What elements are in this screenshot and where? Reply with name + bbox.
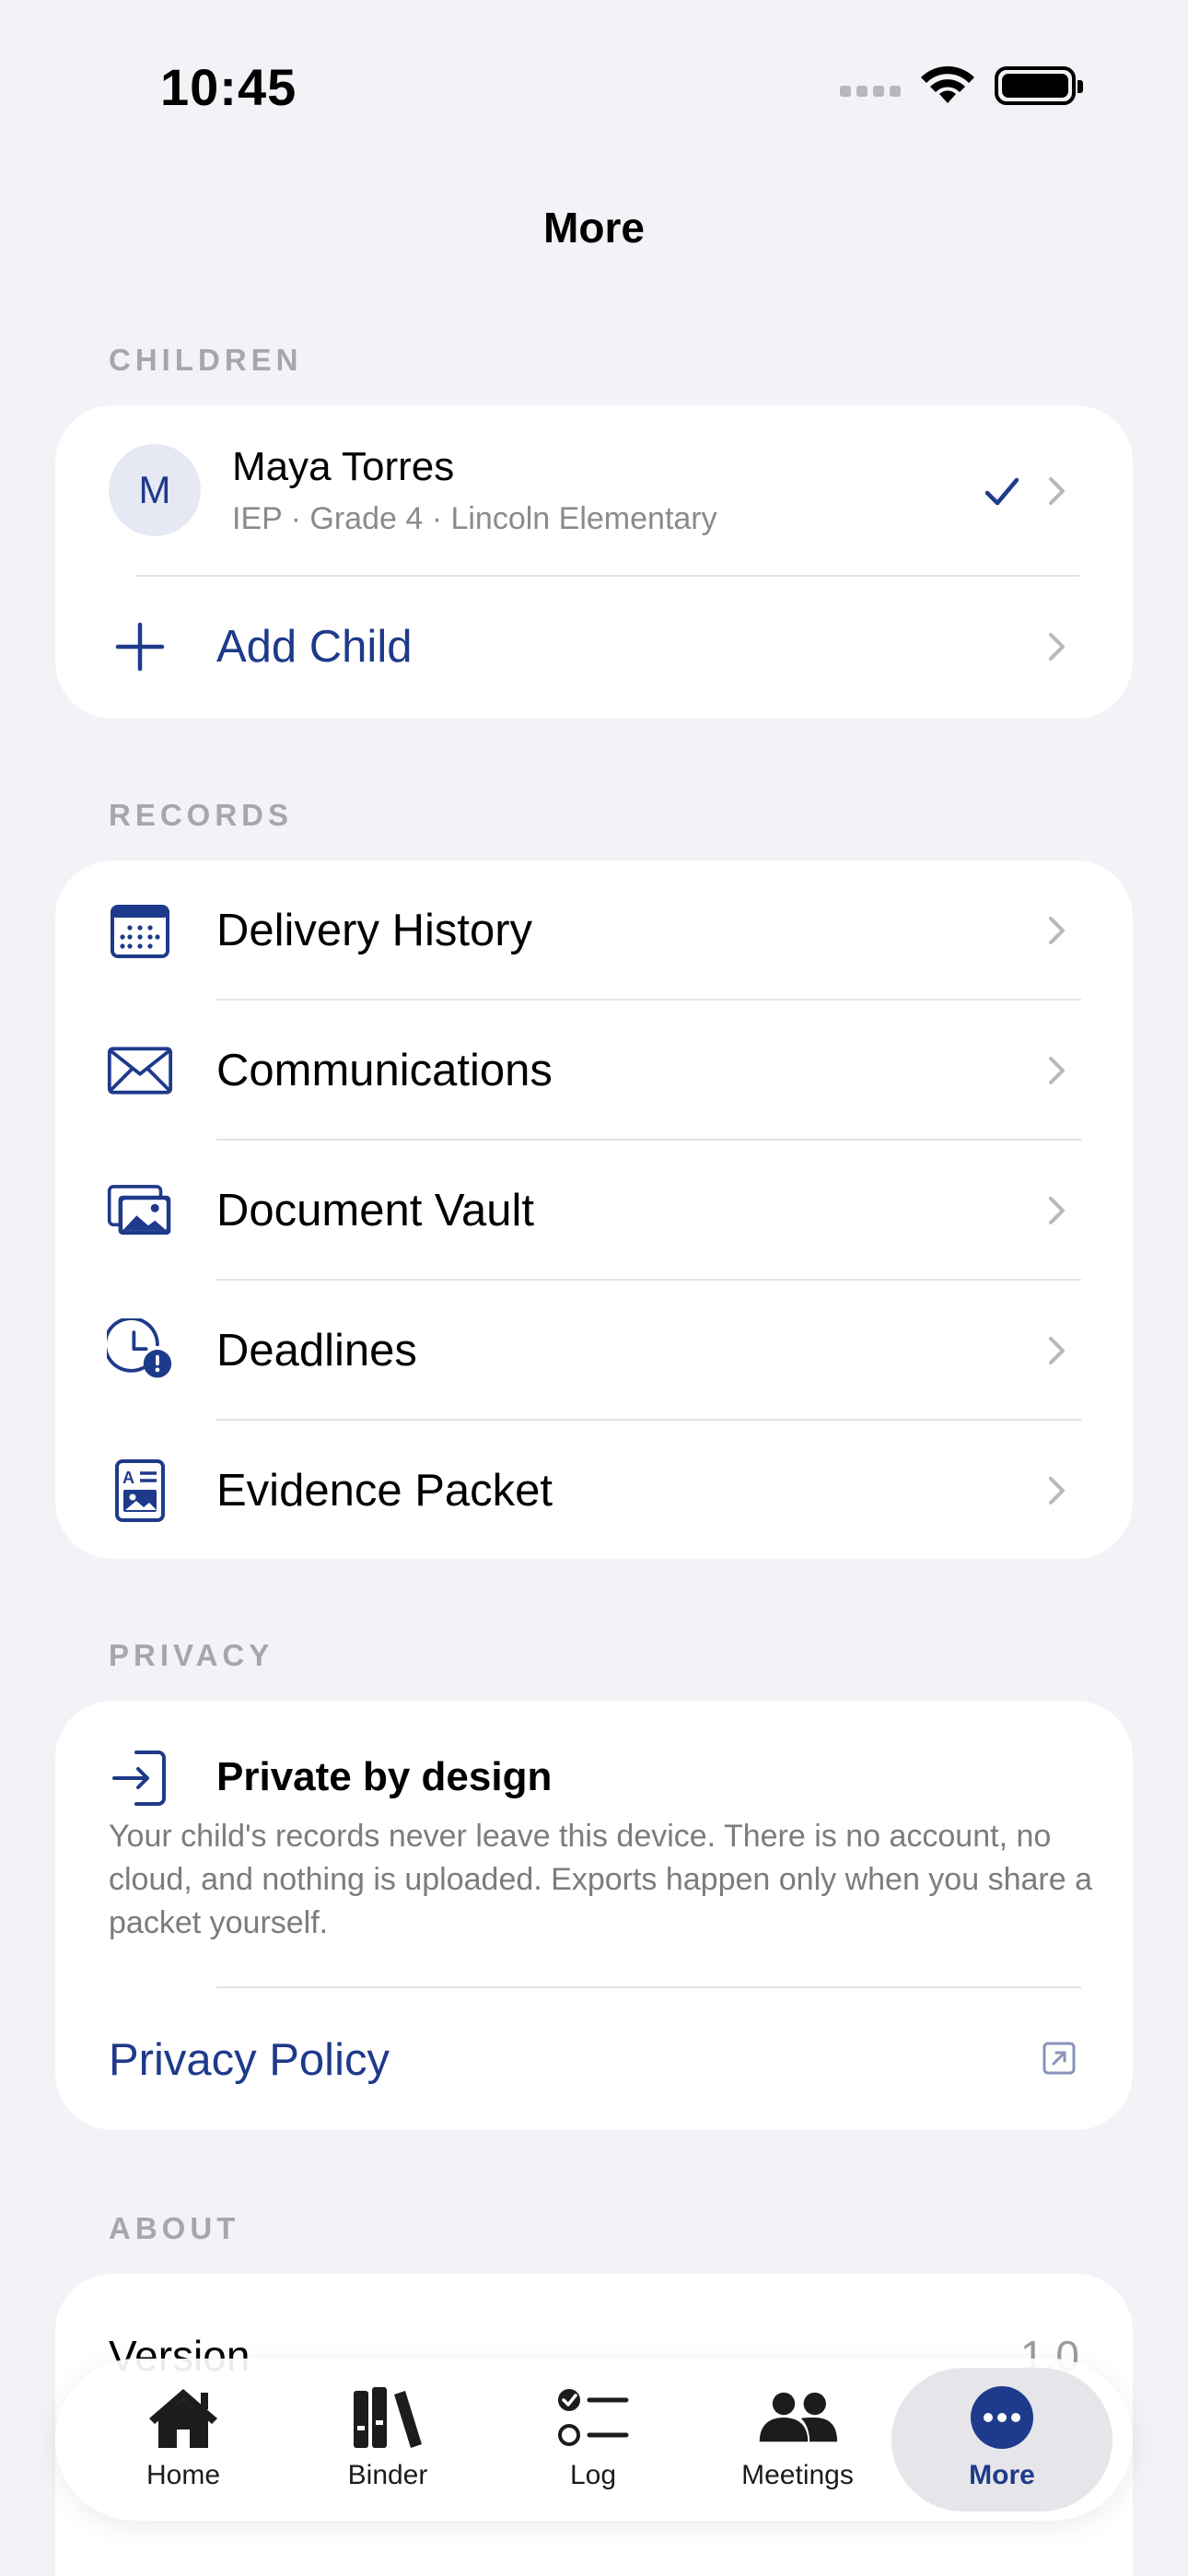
status-bar: 10:45 xyxy=(0,0,1188,175)
child-name: Maya Torres xyxy=(232,444,455,489)
house-icon xyxy=(142,2383,225,2453)
chevron-right-icon xyxy=(1049,1337,1065,1364)
chevron-right-icon xyxy=(1049,1477,1065,1505)
add-child-button[interactable]: Add Child xyxy=(55,577,1133,717)
status-indicators xyxy=(840,66,1083,105)
wifi-icon xyxy=(921,66,974,103)
privacy-title: Private by design xyxy=(216,1754,553,1799)
photos-icon xyxy=(107,1177,173,1244)
tab-more[interactable]: More xyxy=(891,2368,1112,2512)
evidence-packet-row[interactable]: A Evidence Packet xyxy=(55,1421,1133,1559)
delivery-history-label: Delivery History xyxy=(216,906,533,955)
checkmark-icon xyxy=(984,477,1019,506)
chevron-right-icon xyxy=(1049,1197,1065,1224)
tab-meetings[interactable]: Meetings xyxy=(695,2359,900,2521)
privacy-card: Private by design Your child's records n… xyxy=(55,1701,1133,2130)
privacy-policy-link[interactable]: Privacy Policy xyxy=(55,1988,1133,2130)
deadlines-row[interactable]: Deadlines xyxy=(55,1281,1133,1421)
plus-icon xyxy=(107,614,173,680)
tab-binder[interactable]: Binder xyxy=(285,2359,490,2521)
document-vault-row[interactable]: Document Vault xyxy=(55,1141,1133,1281)
records-card: Delivery History Communications Document xyxy=(55,861,1133,1559)
delivery-history-row[interactable]: Delivery History xyxy=(55,861,1133,1001)
communications-row[interactable]: Communications xyxy=(55,1001,1133,1141)
privacy-description: Your child's records never leave this de… xyxy=(109,1819,1092,1940)
avatar: M xyxy=(109,444,201,536)
section-header-about: ABOUT xyxy=(109,2211,240,2245)
lock-in-device-icon xyxy=(111,1749,169,1808)
child-details: IEP · Grade 4 · Lincoln Elementary xyxy=(232,501,717,536)
cellular-signal-icon xyxy=(840,86,901,97)
chevron-right-icon xyxy=(1049,917,1065,944)
deadlines-label: Deadlines xyxy=(216,1326,417,1376)
tab-home[interactable]: Home xyxy=(81,2359,285,2521)
calendar-icon xyxy=(107,897,173,964)
svg-text:A: A xyxy=(122,1469,134,1487)
tab-bar: Home Binder Log Meetings More xyxy=(55,2359,1133,2521)
page-title: More xyxy=(543,204,645,252)
battery-icon xyxy=(995,66,1083,105)
books-icon xyxy=(346,2383,429,2453)
ellipsis-icon xyxy=(961,2383,1043,2453)
external-link-icon xyxy=(1042,2042,1076,2075)
add-child-label: Add Child xyxy=(216,622,413,672)
child-row[interactable]: M Maya Torres IEP · Grade 4 · Lincoln El… xyxy=(55,405,1133,577)
section-header-children: CHILDREN xyxy=(109,343,303,377)
checklist-icon xyxy=(552,2383,635,2453)
privacy-policy-label: Privacy Policy xyxy=(109,2035,390,2085)
communications-label: Communications xyxy=(216,1046,553,1095)
packet-icon: A xyxy=(107,1458,173,1524)
clock-alert-icon xyxy=(107,1317,173,1384)
section-header-privacy: PRIVACY xyxy=(109,1638,274,1672)
children-card: M Maya Torres IEP · Grade 4 · Lincoln El… xyxy=(55,405,1133,719)
status-time: 10:45 xyxy=(160,58,297,116)
chevron-right-icon xyxy=(1049,477,1065,505)
envelope-icon xyxy=(107,1037,173,1104)
people-icon xyxy=(756,2383,839,2453)
section-header-records: RECORDS xyxy=(109,798,294,832)
evidence-packet-label: Evidence Packet xyxy=(216,1466,553,1516)
chevron-right-icon xyxy=(1049,1057,1065,1084)
chevron-right-icon xyxy=(1049,633,1065,661)
tab-log[interactable]: Log xyxy=(491,2359,695,2521)
document-vault-label: Document Vault xyxy=(216,1186,534,1235)
